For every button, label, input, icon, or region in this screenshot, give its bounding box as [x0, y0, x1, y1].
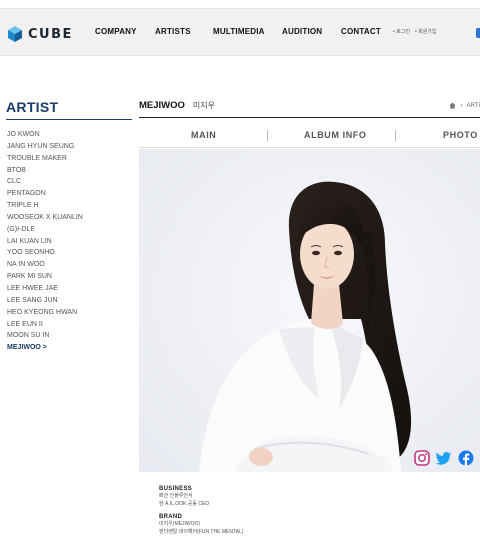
sidebar-divider: [6, 119, 132, 120]
tab-main[interactable]: MAIN: [191, 130, 216, 140]
partial-edge-icon[interactable]: [476, 28, 480, 38]
sidebar-item-triple-h[interactable]: TRIPLE H: [7, 200, 83, 212]
sidebar-title: ARTIST: [6, 99, 59, 115]
cube-logo-icon: [8, 26, 22, 42]
business-line: 현 A.IL.OOK 공동 CEO: [159, 501, 210, 507]
cube-logo[interactable]: CUBE: [6, 23, 73, 45]
breadcrumb: › ARTI: [449, 102, 480, 109]
sidebar-item-na-in-woo[interactable]: NA IN WOO: [7, 259, 83, 271]
sidebar-item-mejiwoo[interactable]: MEJIWOO >: [7, 342, 83, 354]
artist-info: BUSINESS 패션 인플루언서 현 A.IL.OOK 공동 CEO BRAN…: [159, 486, 243, 536]
tabs-divider: [139, 147, 480, 148]
brand-line: 미지우(MEJIWOO): [159, 521, 201, 527]
heading-divider: [139, 117, 480, 118]
tab-separator: [395, 130, 396, 141]
home-icon[interactable]: [449, 102, 456, 109]
breadcrumb-current[interactable]: ARTI: [466, 103, 480, 109]
tab-album-info[interactable]: ALBUM INFO: [304, 130, 367, 140]
sidebar-item-lee-hwee-jae[interactable]: LEE HWEE JAE: [7, 283, 83, 295]
sidebar-item-pentagon[interactable]: PENTAGON: [7, 188, 83, 200]
artist-tabs: MAIN ALBUM INFO PHOTO: [139, 124, 480, 146]
nav-artists[interactable]: ARTISTS: [155, 27, 191, 36]
nav-multimedia[interactable]: MULTIMEDIA: [213, 27, 265, 36]
logo-text: CUBE: [28, 26, 73, 42]
brand-line: 펀더멘탈 대이해어(FUN THE MENTAL): [159, 529, 244, 535]
sidebar-item-trouble-maker[interactable]: TROUBLE MAKER: [7, 153, 83, 165]
sidebar-item-btob[interactable]: BTOB: [7, 165, 83, 177]
tab-separator: [267, 130, 268, 141]
artist-name-ko: 미지우: [192, 101, 216, 110]
sidebar-item-lai-kuan-lin[interactable]: LAI KUAN LIN: [7, 236, 83, 248]
brand-section: BRAND 미지우(MEJIWOO) 펀더멘탈 대이해어(FUN THE MEN…: [159, 514, 243, 536]
nav-audition[interactable]: AUDITION: [282, 27, 322, 36]
sidebar-item-heo-kyeong-hwan[interactable]: HEO KYEONG HWAN: [7, 307, 83, 319]
breadcrumb-chevron-icon: ›: [460, 102, 463, 109]
sidebar-item-jang-hyun-seung[interactable]: JANG HYUN SEUNG: [7, 141, 83, 153]
sidebar-item-jo-kwon[interactable]: JO KWON: [7, 129, 83, 141]
artist-heading: MEJIWOO 미지우: [139, 100, 215, 111]
sidebar-item-wooseok-x-kuanlin[interactable]: WOOSEOK X KUANLIN: [7, 212, 83, 224]
tab-photo[interactable]: PHOTO: [443, 130, 478, 140]
artist-portrait-image: [139, 149, 480, 472]
artist-photo: [139, 149, 480, 472]
business-section: BUSINESS 패션 인플루언서 현 A.IL.OOK 공동 CEO: [159, 486, 243, 508]
sidebar-item-park-mi-sun[interactable]: PARK MI SUN: [7, 271, 83, 283]
sidebar-item-lee-eun-ii[interactable]: LEE EUN II: [7, 319, 83, 331]
sidebar-item-moon-su-in[interactable]: MOON SU IN: [7, 330, 83, 342]
sidebar-item-gi-dle[interactable]: (G)I-DLE: [7, 224, 83, 236]
sidebar-item-lee-sang-jun[interactable]: LEE SANG JUN: [7, 295, 83, 307]
nav-contact[interactable]: CONTACT: [341, 27, 381, 36]
login-link[interactable]: • 로그인: [393, 29, 410, 35]
artist-list: JO KWON JANG HYUN SEUNG TROUBLE MAKER BT…: [7, 129, 83, 354]
instagram-icon[interactable]: [414, 450, 430, 466]
twitter-icon[interactable]: [436, 450, 452, 466]
utility-links: • 로그인 • 회원가입: [393, 28, 442, 35]
artist-name-en: MEJIWOO: [139, 100, 185, 111]
sidebar-item-clc[interactable]: CLC: [7, 176, 83, 188]
top-header: CUBE COMPANY ARTISTS MULTIMEDIA AUDITION…: [0, 8, 480, 56]
signup-link[interactable]: • 회원가입: [415, 29, 437, 35]
nav-company[interactable]: COMPANY: [95, 27, 137, 36]
sidebar-item-yoo-seonho[interactable]: YOO SEONHO: [7, 247, 83, 259]
facebook-icon[interactable]: [458, 450, 474, 466]
business-line: 패션 인플루언서: [159, 493, 193, 499]
